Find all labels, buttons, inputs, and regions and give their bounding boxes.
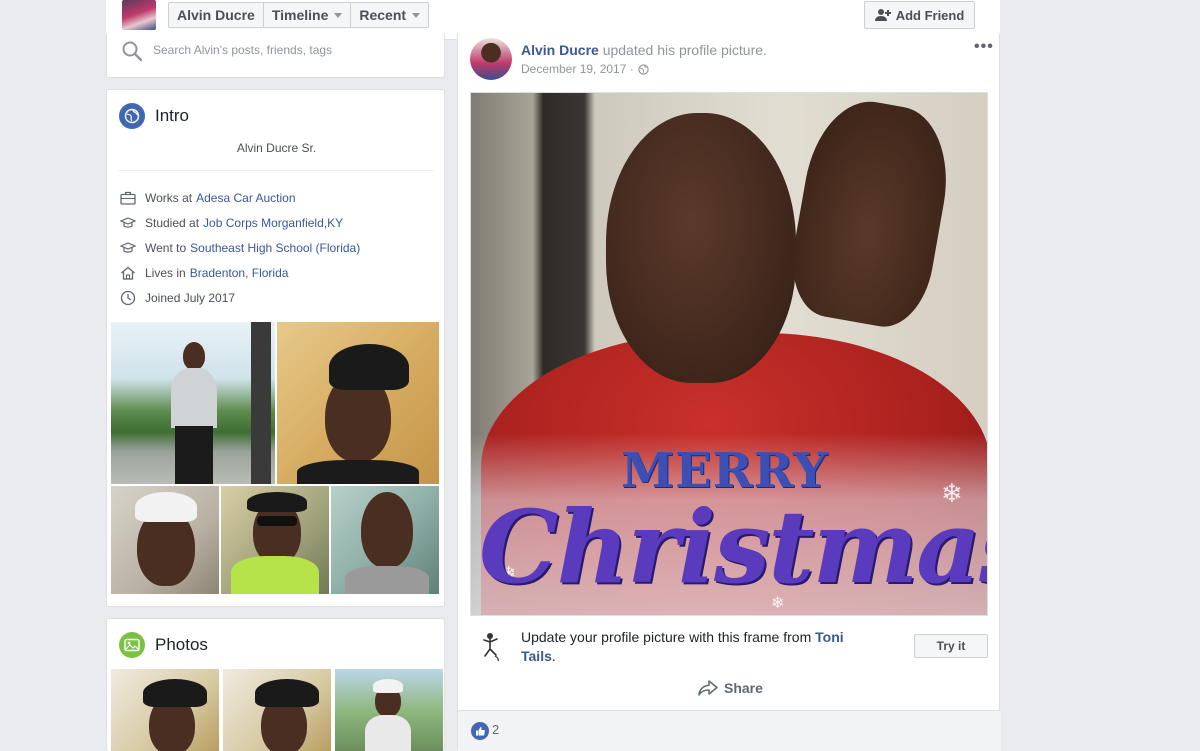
- recent-label: Recent: [359, 7, 407, 23]
- try-it-button[interactable]: Try it: [914, 634, 988, 658]
- info-residence: Lives in Bradenton, Florida: [119, 260, 360, 285]
- featured-photo-2[interactable]: [277, 322, 439, 484]
- globe-icon: [119, 103, 145, 129]
- post-timestamp[interactable]: December 19, 2017 ·: [521, 62, 649, 76]
- frame-creator-icon: [483, 633, 499, 662]
- photo-figure-shirt: [171, 368, 217, 428]
- college-link[interactable]: Job Corps Morganfield,KY: [203, 216, 343, 230]
- photo-figure-pants: [175, 426, 213, 484]
- try-it-label: Try it: [936, 639, 966, 653]
- intro-info-list: Works at Adesa Car Auction Studied at Job …: [119, 185, 360, 310]
- graduation-cap-icon: [119, 240, 137, 256]
- photo-thumbnail-2[interactable]: [223, 669, 331, 751]
- image-waving-hand: [782, 93, 960, 334]
- photos-header: Photos: [119, 632, 208, 658]
- timeline-label: Timeline: [271, 7, 329, 23]
- home-icon: [119, 265, 137, 281]
- featured-photo-5[interactable]: [331, 486, 439, 594]
- photos-title: Photos: [155, 635, 208, 654]
- like-reaction-icon[interactable]: [471, 722, 489, 740]
- photo-thumbnail-1[interactable]: [111, 669, 219, 751]
- photo-black-cap: [255, 679, 319, 707]
- share-label: Share: [724, 680, 763, 696]
- featured-photo-3[interactable]: [111, 486, 219, 594]
- intro-title: Intro: [155, 106, 190, 125]
- search-icon: [122, 41, 143, 62]
- featured-photo-4[interactable]: [221, 486, 329, 594]
- info-education-highschool: Went to Southeast High School (Florida): [119, 235, 360, 260]
- photo-thumbnail-3[interactable]: [335, 669, 443, 751]
- photo-white-cap: [373, 679, 403, 693]
- reactions-bar: 2: [458, 710, 1001, 751]
- share-button[interactable]: Share: [698, 677, 763, 699]
- featured-photo-1[interactable]: [111, 322, 275, 484]
- recent-dropdown[interactable]: Recent: [351, 3, 428, 27]
- photo-safety-vest: [231, 556, 319, 594]
- frame-promo-text: Update your profile picture with this fr…: [521, 628, 871, 666]
- photo-shirt: [345, 566, 429, 594]
- info-work-prefix: Works at: [145, 190, 193, 205]
- photo-figure-head: [183, 342, 205, 370]
- info-work: Works at Adesa Car Auction: [119, 185, 360, 210]
- info-joined: Joined July 2017: [119, 285, 360, 310]
- info-education-college: Studied at Job Corps Morganfield,KY: [119, 210, 360, 235]
- profile-search-card: [106, 32, 445, 78]
- intro-header: Intro: [119, 103, 189, 129]
- employer-link[interactable]: Adesa Car Auction: [196, 191, 295, 205]
- like-count[interactable]: 2: [492, 722, 499, 737]
- highschool-link[interactable]: Southeast High School (Florida): [190, 241, 360, 255]
- search-input[interactable]: [153, 38, 433, 62]
- globe-icon: [638, 63, 649, 75]
- share-icon: [698, 680, 718, 696]
- photo-black-cap: [329, 344, 409, 390]
- frame-promo-suffix: .: [551, 648, 556, 664]
- profile-picture-image[interactable]: ❄ ❄ ❄ MERRY Christmas: [470, 92, 988, 616]
- post-options-icon[interactable]: •••: [974, 38, 994, 56]
- profile-nav-group: Alvin Ducre Timeline Recent: [168, 2, 430, 28]
- profile-name-label: Alvin Ducre: [177, 7, 255, 23]
- photo-sunglasses: [257, 516, 297, 526]
- frame-christmas-text: Christmas: [479, 488, 988, 606]
- post-header-line: Alvin Ducre updated his profile picture.: [521, 42, 767, 58]
- chevron-down-icon: [334, 12, 343, 18]
- clock-icon: [119, 290, 137, 306]
- post-date-text: December 19, 2017 ·: [521, 62, 634, 76]
- post-action-text: updated his profile picture.: [598, 42, 767, 58]
- photo-black-cap: [143, 679, 207, 707]
- photo-white-cap: [135, 492, 197, 522]
- info-lives-prefix: Lives in: [145, 265, 186, 280]
- photos-card: Photos: [106, 618, 445, 751]
- timeline-dropdown[interactable]: Timeline: [264, 3, 352, 27]
- intro-card: Intro Alvin Ducre Sr. Works at Adesa Car …: [106, 89, 445, 607]
- info-studied-prefix: Studied at: [145, 215, 200, 230]
- info-went-prefix: Went to: [145, 240, 187, 255]
- intro-divider: [119, 170, 433, 171]
- graduation-cap-icon: [119, 215, 137, 231]
- intro-bio: Alvin Ducre Sr.: [236, 141, 317, 155]
- photo-door-frame: [251, 322, 271, 484]
- photo-shirt: [297, 460, 419, 484]
- photo-face: [361, 492, 413, 568]
- profile-picture-post: Alvin Ducre updated his profile picture.…: [457, 32, 1001, 751]
- add-friend-icon: [874, 9, 891, 21]
- photos-icon: [119, 632, 145, 658]
- profile-name-button[interactable]: Alvin Ducre: [169, 3, 264, 27]
- left-gutter: [0, 0, 106, 751]
- add-friend-button[interactable]: Add Friend: [864, 1, 975, 29]
- info-joined-text: Joined July 2017: [145, 290, 236, 305]
- frame-promo-row: Update your profile picture with this fr…: [470, 628, 988, 668]
- add-friend-label: Add Friend: [895, 7, 965, 23]
- city-link[interactable]: Bradenton, Florida: [190, 266, 289, 280]
- photo-black-cap: [247, 492, 307, 512]
- frame-promo-prefix: Update your profile picture with this fr…: [521, 629, 816, 645]
- post-author-name[interactable]: Alvin Ducre: [521, 42, 599, 58]
- photo-tank-top: [365, 715, 411, 751]
- post-author-avatar[interactable]: [470, 38, 512, 80]
- profile-thumbnail[interactable]: [122, 0, 156, 30]
- chevron-down-icon: [412, 12, 421, 18]
- briefcase-icon: [119, 190, 137, 206]
- image-face: [606, 113, 796, 383]
- right-gutter: [1000, 0, 1200, 751]
